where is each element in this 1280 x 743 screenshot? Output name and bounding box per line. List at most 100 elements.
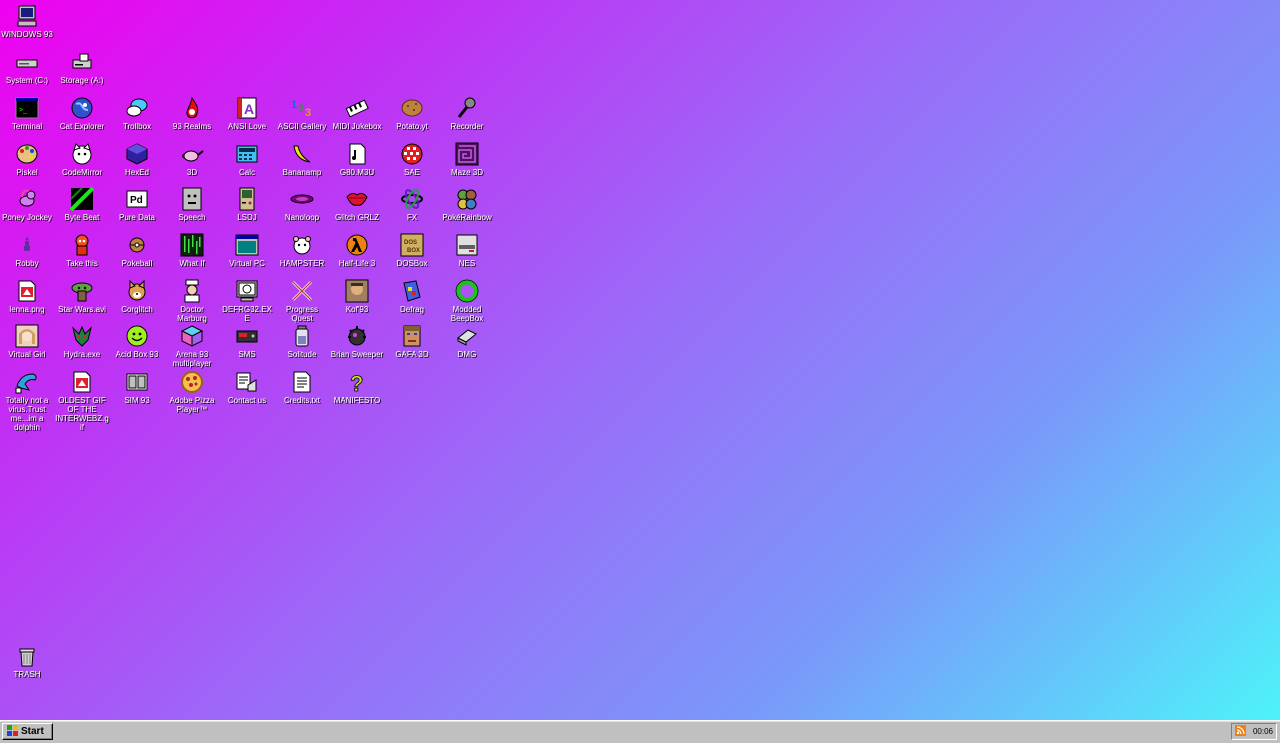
desktop-icon-hexed[interactable]: HexEd (110, 142, 164, 177)
desktop-icon-bananamp[interactable]: Bananamp (275, 142, 329, 177)
icon-label: Storage (A:) (60, 76, 104, 85)
dolphin-icon (15, 370, 39, 394)
desktop-icon-pure-data[interactable]: Pd Pure Data (110, 187, 164, 222)
icon-label: Piskel (16, 168, 38, 177)
icon-label: HAMPSTER (279, 259, 325, 268)
desktop-icon-defrg32[interactable]: DEFRG32.EXE (220, 279, 274, 323)
teapot-icon (180, 142, 204, 166)
jar-icon (290, 324, 314, 348)
start-button[interactable]: Start (2, 723, 53, 740)
desktop-icon-brian-sweeper[interactable]: Brian Sweeper (330, 324, 384, 359)
desktop-icon-modded-beepbox[interactable]: Modded BeepBox (440, 279, 494, 323)
desktop-icon-defrag[interactable]: Defrag (385, 279, 439, 314)
desktop-icon-adobe-pizza[interactable]: Adobe Pizza Player™ (165, 370, 219, 414)
desktop-icon-system-c[interactable]: System (C:) (0, 50, 54, 85)
rss-icon[interactable] (1235, 725, 1246, 738)
icon-label: Potato.yt (396, 122, 428, 131)
desktop-icon-ansi-love[interactable]: A ANSI Love (220, 96, 274, 131)
desktop-icon-fx[interactable]: FX (385, 187, 439, 222)
desktop-icon-codemirror[interactable]: CodeMirror (55, 142, 109, 177)
desktop-icon-poney-jockey[interactable]: Poney Jockey (0, 187, 54, 222)
desktop-icon-pokeball[interactable]: Pokeball (110, 233, 164, 268)
desktop-icon-hampster[interactable]: HAMPSTER (275, 233, 329, 268)
desktop-icon-star-wars[interactable]: Star Wars.avi (55, 279, 109, 314)
desktop-icon-3d[interactable]: 3D (165, 142, 219, 177)
trash-icon (15, 644, 39, 668)
desktop-icon-gafa-3d[interactable]: GAFA 3D (385, 324, 439, 359)
computer-icon (15, 4, 39, 28)
icon-label: LSDJ (237, 213, 257, 222)
desktop-icon-windows93[interactable]: WINDOWS 93 (0, 4, 54, 39)
desktop-icon-virtual-pc[interactable]: Virtual PC (220, 233, 274, 268)
desktop-icon-glitch-grlz[interactable]: Glitch GRLZ (330, 187, 384, 222)
gameboy-icon (235, 187, 259, 211)
icon-label: Byte Beat (64, 213, 100, 222)
desktop-icon-kof93[interactable]: Kof'93 (330, 279, 384, 314)
desktop-icon-calc[interactable]: Calc (220, 142, 274, 177)
icon-label: SMS (238, 350, 256, 359)
desktop-icon-recorder[interactable]: Recorder (440, 96, 494, 131)
desktop-icon-oldest-gif[interactable]: OLDEST GIF OF THE INTERWEBZ.gif (55, 370, 109, 432)
desktop-icon-sim-93[interactable]: SIM 93 (110, 370, 164, 405)
desktop-icon-dosbox[interactable]: DOS BOX DOSBox (385, 233, 439, 268)
desktop-icon-arena-93[interactable]: Arena 93 multiplayer (165, 324, 219, 368)
icon-label: DEFRG32.EXE (222, 305, 272, 323)
desktop-icon-trash[interactable]: TRASH (0, 644, 54, 679)
desktop-icon-virtual-girl[interactable]: Virtual Girl (0, 324, 54, 359)
desktop-icon-sae[interactable]: SAE (385, 142, 439, 177)
desktop-icon-storage-a[interactable]: Storage (A:) (55, 50, 109, 85)
yoda-icon (70, 279, 94, 303)
icon-label: Brian Sweeper (330, 350, 384, 359)
desktop-icon-take-this[interactable]: Take this (55, 233, 109, 268)
desktop-icon-93-realms[interactable]: 93 Realms (165, 96, 219, 131)
cube-icon (125, 142, 149, 166)
desktop-icon-terminal[interactable]: >_ Terminal (0, 96, 54, 131)
desktop-icon-acid-box-93[interactable]: Acid Box 93 (110, 324, 164, 359)
desktop-icon-hydra[interactable]: Hydra.exe (55, 324, 109, 359)
desktop-icon-nanoloop[interactable]: Nanoloop (275, 187, 329, 222)
desktop-icon-dmg[interactable]: DMG (440, 324, 494, 359)
desktop-icon-cat-explorer[interactable]: Cat Explorer (55, 96, 109, 131)
desktop-icon-sms[interactable]: SMS (220, 324, 274, 359)
desktop-icon-lenna-png[interactable]: lenna.png (0, 279, 54, 314)
image-file-icon (15, 279, 39, 303)
icon-label: 3D (186, 168, 198, 177)
icon-label: PokéRainbow (442, 213, 492, 222)
audio-file-icon (345, 142, 369, 166)
desktop-icon-half-life-3[interactable]: Half-Life 3 (330, 233, 384, 268)
desktop-icon-trollbox[interactable]: Trollbox (110, 96, 164, 131)
desktop-icon-potato-yt[interactable]: Potato.yt (385, 96, 439, 131)
desktop-icon-speech[interactable]: Speech (165, 187, 219, 222)
icon-label: Defrag (399, 305, 424, 314)
icon-label: Credits.txt (283, 396, 320, 405)
desktop-icon-doctor-marburg[interactable]: Doctor Marburg (165, 279, 219, 323)
globe-icon (70, 96, 94, 120)
desktop-icon-g80-m3u[interactable]: G80.M3U (330, 142, 384, 177)
desktop-icon-manifesto[interactable]: ? MANIFESTO (330, 370, 384, 405)
desktop-icon-maze-3d[interactable]: Maze 3D (440, 142, 494, 177)
desktop-icon-ascii-gallery[interactable]: 123 ASCII Gallery (275, 96, 329, 131)
palette-icon (15, 142, 39, 166)
icon-label: GAFA 3D (395, 350, 429, 359)
desktop-icon-byte-beat[interactable]: Byte Beat (55, 187, 109, 222)
potato-icon (400, 96, 424, 120)
eraser-icon (455, 324, 479, 348)
desktop-icon-what-if[interactable]: What If (165, 233, 219, 268)
desktop-icon-midi-jukebox[interactable]: MIDI Jukebox (330, 96, 384, 131)
desktop-icon-solitude[interactable]: Solitude (275, 324, 329, 359)
desktop-icon-lsdj[interactable]: LSDJ (220, 187, 274, 222)
desktop-icon-robby[interactable]: Robby (0, 233, 54, 268)
desktop-icon-nes[interactable]: NES (440, 233, 494, 268)
desktop-icon-credits-txt[interactable]: Credits.txt (275, 370, 329, 405)
girl-icon (15, 324, 39, 348)
icon-label: Hydra.exe (63, 350, 101, 359)
atom-icon (400, 187, 424, 211)
desktop-icon-piskel[interactable]: Piskel (0, 142, 54, 177)
icon-label: WINDOWS 93 (1, 30, 53, 39)
desktop-icon-progress-quest[interactable]: Progress Quest (275, 279, 329, 323)
desktop-icon-contact-us[interactable]: Contact us (220, 370, 274, 405)
desktop-icon-corglitch[interactable]: Corglitch (110, 279, 164, 314)
desktop-icon-dolphin[interactable]: Totally not a virus.Trust me...im a dolp… (0, 370, 54, 432)
desktop-icon-pokerainbow[interactable]: PokéRainbow (440, 187, 494, 222)
icon-label: Virtual Girl (8, 350, 46, 359)
